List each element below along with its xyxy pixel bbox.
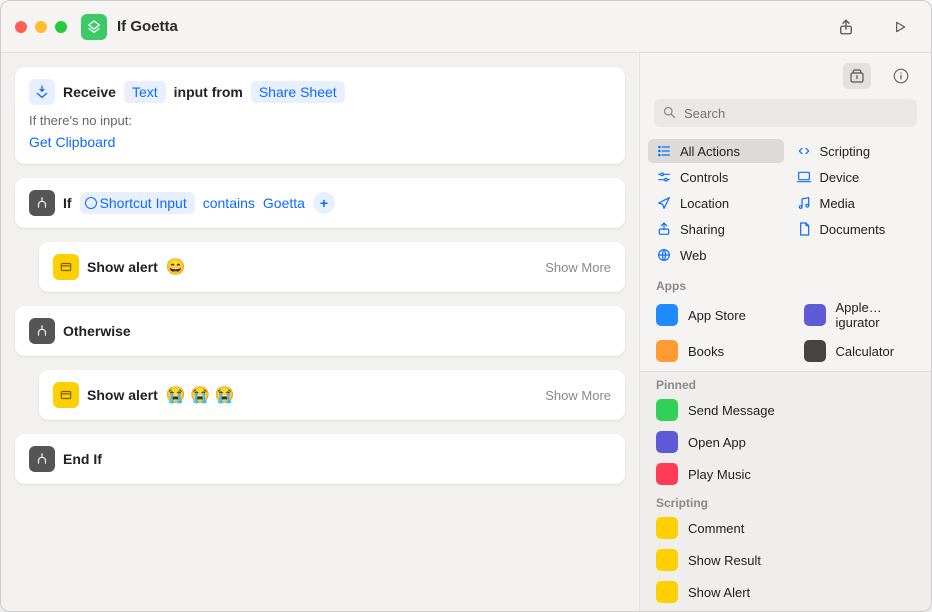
- action-icon: [656, 517, 678, 539]
- if-condition[interactable]: contains: [203, 195, 255, 211]
- category-all-actions[interactable]: All Actions: [648, 139, 784, 163]
- branch-icon: [29, 446, 55, 472]
- show-alert-card-2[interactable]: Show alert 😭 😭 😭 Show More: [39, 370, 625, 420]
- run-icon[interactable]: [883, 13, 917, 41]
- shortcuts-editor-window: If Goetta Receive Text input from: [0, 0, 932, 612]
- pinned-header: Pinned: [640, 372, 931, 394]
- media-icon: [796, 195, 812, 211]
- alert1-label: Show alert: [87, 259, 158, 275]
- input-source-token[interactable]: Share Sheet: [251, 81, 345, 103]
- action-library-sidebar: All ActionsScriptingControlsDeviceLocati…: [639, 53, 931, 611]
- apps-list: App StoreApple…iguratorBooksCalculator: [640, 295, 931, 367]
- category-scripting[interactable]: Scripting: [788, 139, 924, 163]
- receive-input-card[interactable]: Receive Text input from Share Sheet If t…: [15, 67, 625, 164]
- scripting-item-show-alert[interactable]: Show Alert: [640, 576, 931, 608]
- app-app-store[interactable]: App Store: [640, 295, 784, 335]
- titlebar: If Goetta: [1, 1, 931, 53]
- input-type-token[interactable]: Text: [124, 81, 166, 103]
- otherwise-card[interactable]: Otherwise: [15, 306, 625, 356]
- branch-icon: [29, 190, 55, 216]
- branch-icon: [29, 318, 55, 344]
- shortcut-app-icon: [81, 14, 107, 40]
- receive-mid: input from: [174, 84, 243, 100]
- receive-verb: Receive: [63, 84, 116, 100]
- if-variable-token[interactable]: Shortcut Input: [80, 192, 195, 214]
- app-icon: [656, 340, 678, 362]
- library-tab-icon[interactable]: [843, 63, 871, 89]
- app-books[interactable]: Books: [640, 335, 784, 367]
- pinned-item-open-app[interactable]: Open App: [640, 426, 931, 458]
- app-calculator[interactable]: Calculator: [788, 335, 932, 367]
- category-device[interactable]: Device: [788, 165, 924, 189]
- pinned-item-play-music[interactable]: Play Music: [640, 458, 931, 490]
- scripting-list: CommentShow ResultShow AlertAsk for Inpu…: [640, 512, 931, 611]
- location-icon: [656, 195, 672, 211]
- documents-icon: [796, 221, 812, 237]
- app-apple-igurator[interactable]: Apple…igurator: [788, 295, 932, 335]
- if-keyword: If: [63, 195, 72, 211]
- fallback-action-link[interactable]: Get Clipboard: [29, 134, 115, 150]
- traffic-lights: [15, 21, 67, 33]
- scripting-item-comment[interactable]: Comment: [640, 512, 931, 544]
- alert-icon: [53, 254, 79, 280]
- controls-icon: [656, 169, 672, 185]
- scripting-item-ask-for-input[interactable]: Ask for Input: [640, 608, 931, 611]
- close-window-button[interactable]: [15, 21, 27, 33]
- web-icon: [656, 247, 672, 263]
- action-icon: [656, 431, 678, 453]
- info-tab-icon[interactable]: [887, 63, 915, 89]
- share-icon: [656, 221, 672, 237]
- pinned-item-send-message[interactable]: Send Message: [640, 394, 931, 426]
- app-icon: [804, 340, 826, 362]
- add-condition-button[interactable]: +: [313, 192, 335, 214]
- if-card[interactable]: If Shortcut Input contains Goetta +: [15, 178, 625, 228]
- receive-icon: [29, 79, 55, 105]
- apps-header: Apps: [640, 273, 931, 295]
- action-icon: [656, 581, 678, 603]
- action-icon: [656, 463, 678, 485]
- scripting-item-show-result[interactable]: Show Result: [640, 544, 931, 576]
- action-icon: [656, 549, 678, 571]
- zoom-window-button[interactable]: [55, 21, 67, 33]
- category-documents[interactable]: Documents: [788, 217, 924, 241]
- alert1-emoji: 😄: [166, 257, 186, 277]
- endif-label: End If: [63, 451, 102, 467]
- workflow-canvas[interactable]: Receive Text input from Share Sheet If t…: [1, 53, 639, 611]
- category-grid: All ActionsScriptingControlsDeviceLocati…: [640, 137, 931, 273]
- show-alert-card-1[interactable]: Show alert 😄 Show More: [39, 242, 625, 292]
- category-location[interactable]: Location: [648, 191, 784, 215]
- device-icon: [796, 169, 812, 185]
- alert2-label: Show alert: [87, 387, 158, 403]
- pinned-list: Send MessageOpen AppPlay Music: [640, 394, 931, 490]
- list-icon: [656, 143, 672, 159]
- action-icon: [656, 399, 678, 421]
- category-media[interactable]: Media: [788, 191, 924, 215]
- minimize-window-button[interactable]: [35, 21, 47, 33]
- app-icon: [804, 304, 826, 326]
- window-title: If Goetta: [117, 18, 178, 35]
- scripting-header: Scripting: [640, 490, 931, 512]
- share-icon[interactable]: [829, 13, 863, 41]
- alert2-showmore[interactable]: Show More: [545, 388, 611, 403]
- no-input-label: If there's no input:: [29, 113, 611, 128]
- app-icon: [656, 304, 678, 326]
- if-value[interactable]: Goetta: [263, 195, 305, 211]
- alert2-emoji: 😭 😭 😭: [166, 385, 235, 405]
- scripting-icon: [796, 143, 812, 159]
- endif-card[interactable]: End If: [15, 434, 625, 484]
- alert1-showmore[interactable]: Show More: [545, 260, 611, 275]
- alert-icon: [53, 382, 79, 408]
- otherwise-label: Otherwise: [63, 323, 131, 339]
- category-controls[interactable]: Controls: [648, 165, 784, 189]
- category-sharing[interactable]: Sharing: [648, 217, 784, 241]
- category-web[interactable]: Web: [648, 243, 784, 267]
- search-input[interactable]: [654, 99, 917, 127]
